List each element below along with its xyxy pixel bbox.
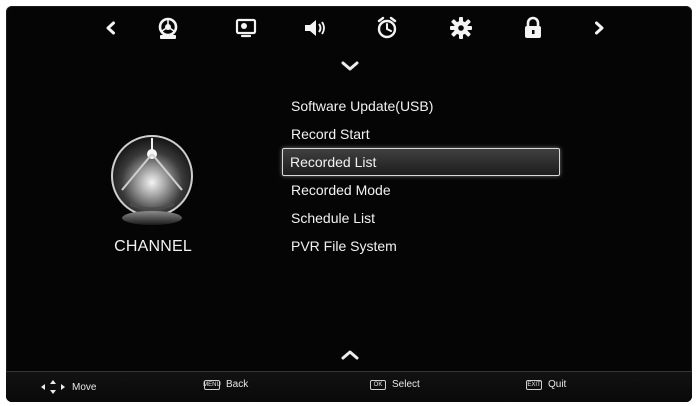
footer-help-bar: Move MENU Back OK Select EXIT Quit: [6, 371, 692, 402]
menu-item-software-update-usb[interactable]: Software Update(USB): [284, 92, 574, 120]
nav-right-arrow-icon[interactable]: [584, 14, 614, 42]
direction-pad-icon: [40, 379, 66, 395]
menu-item-recorded-mode[interactable]: Recorded Mode: [284, 176, 574, 204]
menu-item-schedule-list[interactable]: Schedule List: [284, 204, 574, 232]
active-category: CHANNEL: [90, 132, 216, 274]
select-hint: OK Select: [370, 379, 420, 390]
move-label: Move: [72, 381, 97, 393]
scroll-up-chevron-icon[interactable]: [340, 349, 360, 361]
menu-item-recorded-list[interactable]: Recorded List: [282, 148, 560, 176]
nav-left-arrow-icon[interactable]: [96, 14, 126, 42]
quit-hint: EXIT Quit: [526, 379, 566, 390]
sound-icon[interactable]: [300, 14, 330, 42]
scroll-down-chevron-icon[interactable]: [340, 60, 360, 72]
select-label: Select: [392, 379, 420, 390]
menu-item-pvr-file-system[interactable]: PVR File System: [284, 232, 574, 260]
back-label: Back: [226, 379, 249, 390]
exit-key-icon: EXIT: [526, 379, 542, 390]
setup-icon[interactable]: [446, 14, 476, 42]
lock-icon[interactable]: [518, 14, 548, 42]
move-hint: Move: [40, 379, 96, 395]
ok-key-icon: OK: [370, 379, 386, 390]
category-label: CHANNEL: [114, 238, 192, 255]
pvr-menu: Software Update(USB) Record Start Record…: [282, 92, 574, 260]
time-icon[interactable]: [372, 14, 402, 42]
tv-menu-screen: CHANNEL Software Update(USB) Record Star…: [6, 6, 692, 402]
back-hint: MENU Back: [203, 379, 249, 390]
menu-key-icon: MENU: [203, 379, 221, 390]
quit-label: Quit: [548, 379, 567, 390]
channel-icon: [98, 132, 206, 238]
menu-item-record-start[interactable]: Record Start: [284, 120, 574, 148]
top-navigation-bar: [86, 6, 626, 50]
picture-icon[interactable]: [231, 14, 261, 42]
channel-icon[interactable]: [153, 14, 183, 42]
